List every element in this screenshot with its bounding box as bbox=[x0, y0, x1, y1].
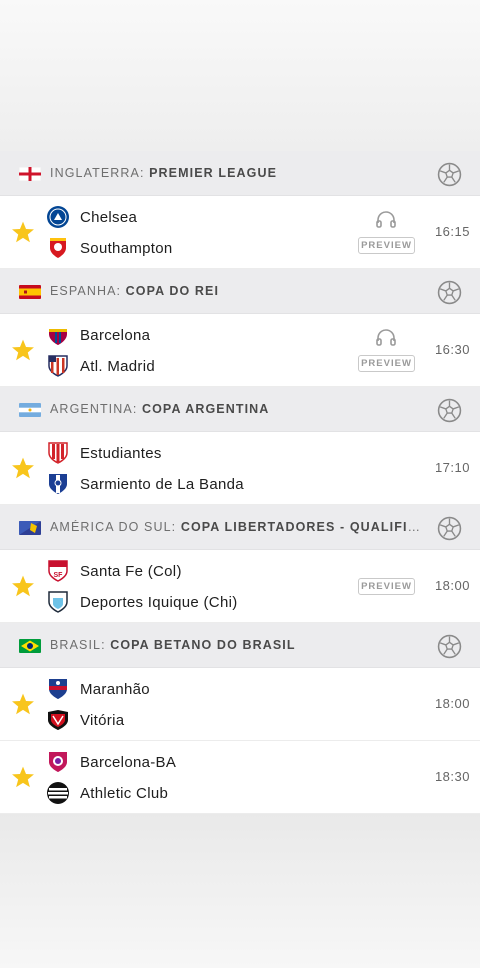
barcelona-ba-crest-icon bbox=[49, 752, 67, 772]
league-title: BRASIL: COPA BETANO DO BRASIL bbox=[50, 638, 296, 652]
home-team: Chelsea bbox=[46, 205, 137, 229]
spain-flag-icon bbox=[19, 285, 41, 299]
soccer-ball-icon[interactable] bbox=[437, 398, 462, 423]
away-team: Deportes Iquique (Chi) bbox=[46, 590, 238, 614]
maranhao-crest-icon bbox=[49, 679, 67, 699]
home-team: Estudiantes bbox=[46, 441, 162, 465]
headphones-icon[interactable] bbox=[375, 210, 397, 228]
match-time: 17:10 bbox=[434, 460, 470, 475]
match-row[interactable]: SF Santa Fe (Col) Deportes Iquique (Chi)… bbox=[0, 550, 480, 623]
star-icon[interactable] bbox=[10, 574, 36, 599]
away-team: Athletic Club bbox=[46, 781, 168, 805]
star-icon[interactable] bbox=[10, 456, 36, 481]
vitoria-crest-icon bbox=[48, 710, 68, 730]
sarmiento-crest-icon bbox=[49, 474, 67, 494]
league-header-copa-do-rei[interactable]: ESPANHA: COPA DO REI bbox=[0, 269, 480, 314]
away-team: Southampton bbox=[46, 236, 173, 260]
argentina-flag-icon bbox=[19, 403, 41, 417]
match-time: 18:00 bbox=[434, 578, 470, 593]
match-time: 18:00 bbox=[434, 696, 470, 711]
preview-button[interactable]: PREVIEW bbox=[358, 355, 415, 372]
league-header-premier-league[interactable]: INGLATERRA: PREMIER LEAGUE bbox=[0, 151, 480, 196]
league-title: AMÉRICA DO SUL: COPA LIBERTADORES - QUAL… bbox=[50, 520, 430, 534]
soccer-ball-icon[interactable] bbox=[437, 280, 462, 305]
league-title: INGLATERRA: PREMIER LEAGUE bbox=[50, 166, 278, 180]
star-icon[interactable] bbox=[10, 338, 36, 363]
soccer-ball-icon[interactable] bbox=[437, 634, 462, 659]
league-header-copa-libertadores[interactable]: AMÉRICA DO SUL: COPA LIBERTADORES - QUAL… bbox=[0, 505, 480, 550]
athletic-club-crest-icon bbox=[47, 782, 69, 804]
santa-fe-crest-icon: SF bbox=[48, 560, 68, 582]
preview-button[interactable]: PREVIEW bbox=[358, 237, 415, 254]
england-flag-icon bbox=[19, 167, 41, 181]
south-america-flag-icon bbox=[19, 521, 41, 535]
star-icon[interactable] bbox=[10, 692, 36, 717]
league-title: ARGENTINA: COPA ARGENTINA bbox=[50, 402, 270, 416]
deportes-iquique-crest-icon bbox=[48, 591, 68, 613]
star-icon[interactable] bbox=[10, 765, 36, 790]
headphones-icon[interactable] bbox=[375, 328, 397, 346]
brazil-flag-icon bbox=[19, 639, 41, 653]
league-header-copa-do-brasil[interactable]: BRASIL: COPA BETANO DO BRASIL bbox=[0, 623, 480, 668]
league-title: ESPANHA: COPA DO REI bbox=[50, 284, 220, 298]
home-team: Barcelona-BA bbox=[46, 750, 176, 774]
away-team: Vitória bbox=[46, 708, 124, 732]
home-team: SF Santa Fe (Col) bbox=[46, 559, 182, 583]
match-row[interactable]: Estudiantes Sarmiento de La Banda 17:10 bbox=[0, 432, 480, 505]
away-team: Sarmiento de La Banda bbox=[46, 472, 244, 496]
match-time: 18:30 bbox=[434, 769, 470, 784]
atletico-madrid-crest-icon bbox=[48, 355, 68, 377]
match-time: 16:15 bbox=[434, 224, 470, 239]
southampton-crest-icon bbox=[50, 238, 66, 258]
home-team: Maranhão bbox=[46, 677, 150, 701]
away-team: Atl. Madrid bbox=[46, 354, 155, 378]
soccer-ball-icon[interactable] bbox=[437, 162, 462, 187]
soccer-ball-icon[interactable] bbox=[437, 516, 462, 541]
home-team: Barcelona bbox=[46, 323, 150, 347]
league-header-copa-argentina[interactable]: ARGENTINA: COPA ARGENTINA bbox=[0, 387, 480, 432]
preview-button[interactable]: PREVIEW bbox=[358, 578, 415, 595]
match-row[interactable]: Barcelona Atl. Madrid PREVIEW 16:30 bbox=[0, 314, 480, 387]
match-row[interactable]: Chelsea Southampton PREVIEW 16:15 bbox=[0, 196, 480, 269]
estudiantes-crest-icon bbox=[48, 442, 68, 464]
svg-text:SF: SF bbox=[54, 572, 64, 579]
match-row[interactable]: Barcelona-BA Athletic Club 18:30 bbox=[0, 741, 480, 814]
barcelona-crest-icon bbox=[49, 325, 67, 345]
star-icon[interactable] bbox=[10, 220, 36, 245]
chelsea-crest-icon bbox=[47, 206, 69, 228]
match-list: INGLATERRA: PREMIER LEAGUE Chelsea South… bbox=[0, 151, 480, 814]
match-time: 16:30 bbox=[434, 342, 470, 357]
match-row[interactable]: Maranhão Vitória 18:00 bbox=[0, 668, 480, 741]
